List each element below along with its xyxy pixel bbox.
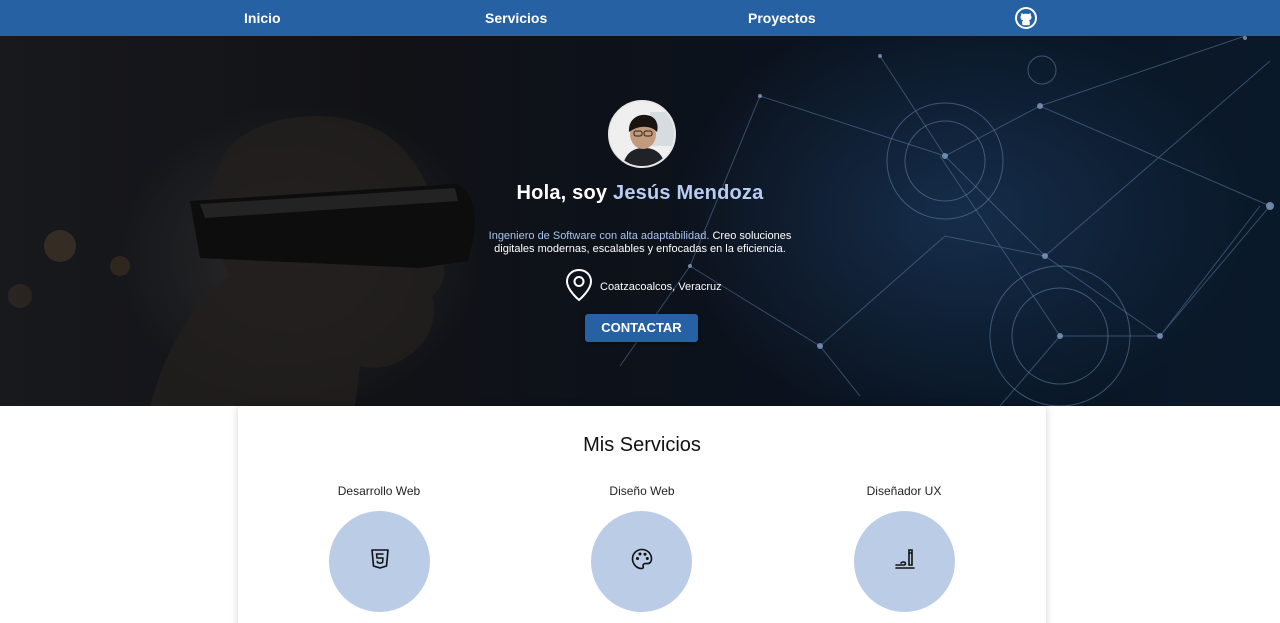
contact-button[interactable]: CONTACTAR	[585, 314, 698, 342]
hero-bio: Ingeniero de Software con alta adaptabil…	[440, 230, 840, 256]
github-icon[interactable]	[1015, 7, 1037, 29]
map-pin-icon	[564, 268, 594, 307]
bio-highlight: Ingeniero de Software con alta adaptabil…	[488, 230, 710, 242]
bio-rest: Creo soluciones	[709, 230, 792, 242]
service-title-diseno: Diseño Web	[609, 484, 675, 498]
service-title-ux: Diseñador UX	[866, 484, 942, 498]
service-title-desarrollo: Desarrollo Web	[337, 484, 421, 498]
ux-pen-icon	[893, 547, 917, 576]
nav-servicios[interactable]: Servicios	[485, 0, 547, 36]
avatar	[608, 100, 676, 168]
hero-overlay	[0, 36, 1280, 406]
palette-icon	[630, 547, 654, 576]
bio-line2: digitales modernas, escalables y enfocad…	[494, 243, 786, 255]
nav-proyectos[interactable]: Proyectos	[748, 0, 816, 36]
hero-greeting: Hola, soy Jesús Mendoza	[0, 182, 1280, 205]
hero-name: Jesús Mendoza	[613, 182, 764, 204]
location: Coatzacoalcos, Veracruz	[564, 268, 722, 307]
services-card: Mis Servicios Desarrollo Web Diseño Web …	[238, 406, 1046, 623]
location-text: Coatzacoalcos, Veracruz	[600, 281, 722, 293]
service-diseno-web[interactable]	[591, 511, 692, 612]
hero-section: Hola, soy Jesús Mendoza Ingeniero de Sof…	[0, 36, 1280, 406]
greeting-text: Hola, soy	[516, 182, 614, 204]
html5-icon	[369, 548, 391, 575]
services-title: Mis Servicios	[583, 434, 701, 456]
top-nav: Inicio Servicios Proyectos	[0, 0, 1280, 36]
nav-inicio[interactable]: Inicio	[244, 0, 281, 36]
service-desarrollo-web[interactable]	[329, 511, 430, 612]
service-disenador-ux[interactable]	[854, 511, 955, 612]
